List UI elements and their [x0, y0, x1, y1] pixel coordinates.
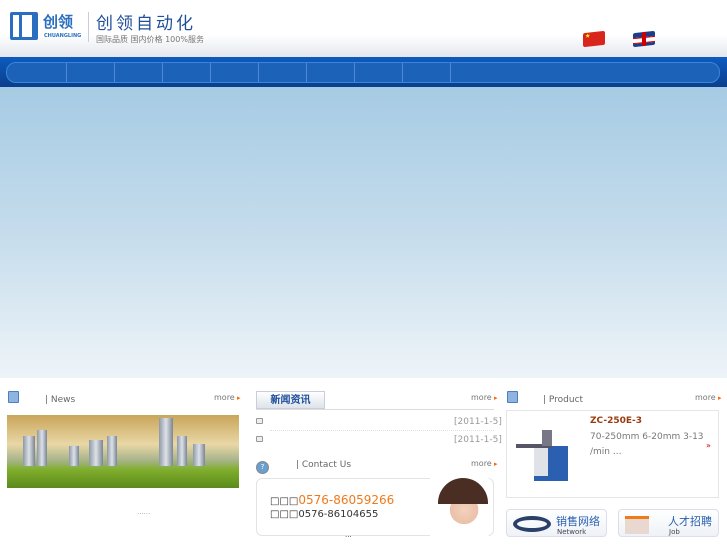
- fax-number: □□□0576-86104655: [270, 509, 379, 520]
- uk-flag-icon[interactable]: [633, 30, 655, 48]
- product-more-link[interactable]: more: [695, 393, 721, 402]
- contact-more-link[interactable]: more: [471, 459, 497, 468]
- nav-item[interactable]: [7, 63, 67, 82]
- tab-news[interactable]: 新闻资讯: [256, 391, 325, 409]
- job-icon: [625, 516, 649, 534]
- contact-footer: ...: [345, 531, 352, 539]
- product-title: | Product: [543, 395, 584, 405]
- link-label: 销售网络: [556, 515, 600, 528]
- product-image[interactable]: [516, 428, 571, 483]
- product-description: 70-250mm 6-20mm 3-13 /min ...: [590, 432, 704, 457]
- news-list-more-link[interactable]: more: [471, 393, 497, 402]
- nav-item[interactable]: [403, 63, 451, 82]
- nav-item[interactable]: [307, 63, 355, 82]
- e-logo-icon: [513, 516, 551, 532]
- news-image[interactable]: [7, 415, 239, 488]
- news-item-date: [2011-1-5]: [454, 435, 502, 445]
- banner: [0, 87, 727, 378]
- news-caption: ......: [137, 508, 151, 516]
- help-icon: ?: [256, 461, 269, 474]
- link-sublabel: Network: [557, 528, 587, 536]
- link-label: 人才招聘: [668, 515, 712, 528]
- link-sublabel: Job: [669, 528, 680, 536]
- logo-subtext: CHUANGLING: [44, 33, 82, 39]
- news-more-link[interactable]: more: [214, 393, 240, 402]
- nav-item[interactable]: [67, 63, 115, 82]
- logo-text: 创领: [43, 13, 74, 31]
- slogan: 国际品质 国内价格 100%服务: [96, 35, 204, 44]
- chevron-right-icon[interactable]: »: [706, 441, 711, 450]
- logo-icon: [10, 12, 38, 40]
- bullet-icon: [256, 418, 263, 424]
- nav-item[interactable]: [211, 63, 259, 82]
- divider: [256, 409, 494, 410]
- product-name[interactable]: ZC-250E-3: [590, 416, 642, 426]
- nav-item[interactable]: [115, 63, 163, 82]
- chinese-flag-icon[interactable]: [583, 30, 605, 48]
- job-button[interactable]: 人才招聘 Job: [618, 509, 719, 537]
- support-agent-image: [430, 478, 492, 536]
- bullet-icon: [256, 436, 263, 442]
- nav-item[interactable]: [163, 63, 211, 82]
- header: 创领 CHUANGLING 创领自动化 国际品质 国内价格 100%服务: [0, 0, 727, 57]
- divider: [88, 12, 89, 42]
- nav-bar: [0, 57, 727, 87]
- news-title: | News: [45, 395, 76, 405]
- nav-item[interactable]: [355, 63, 403, 82]
- phone-number: □□□0576-86059266: [270, 493, 395, 507]
- news-item-date: [2011-1-5]: [454, 417, 502, 427]
- document-icon: [8, 391, 19, 403]
- network-button[interactable]: 销售网络 Network: [506, 509, 607, 537]
- nav-item[interactable]: [259, 63, 307, 82]
- document-icon: [507, 391, 518, 403]
- contact-title: | Contact Us: [296, 460, 352, 470]
- brand-name: 创领自动化: [96, 14, 196, 34]
